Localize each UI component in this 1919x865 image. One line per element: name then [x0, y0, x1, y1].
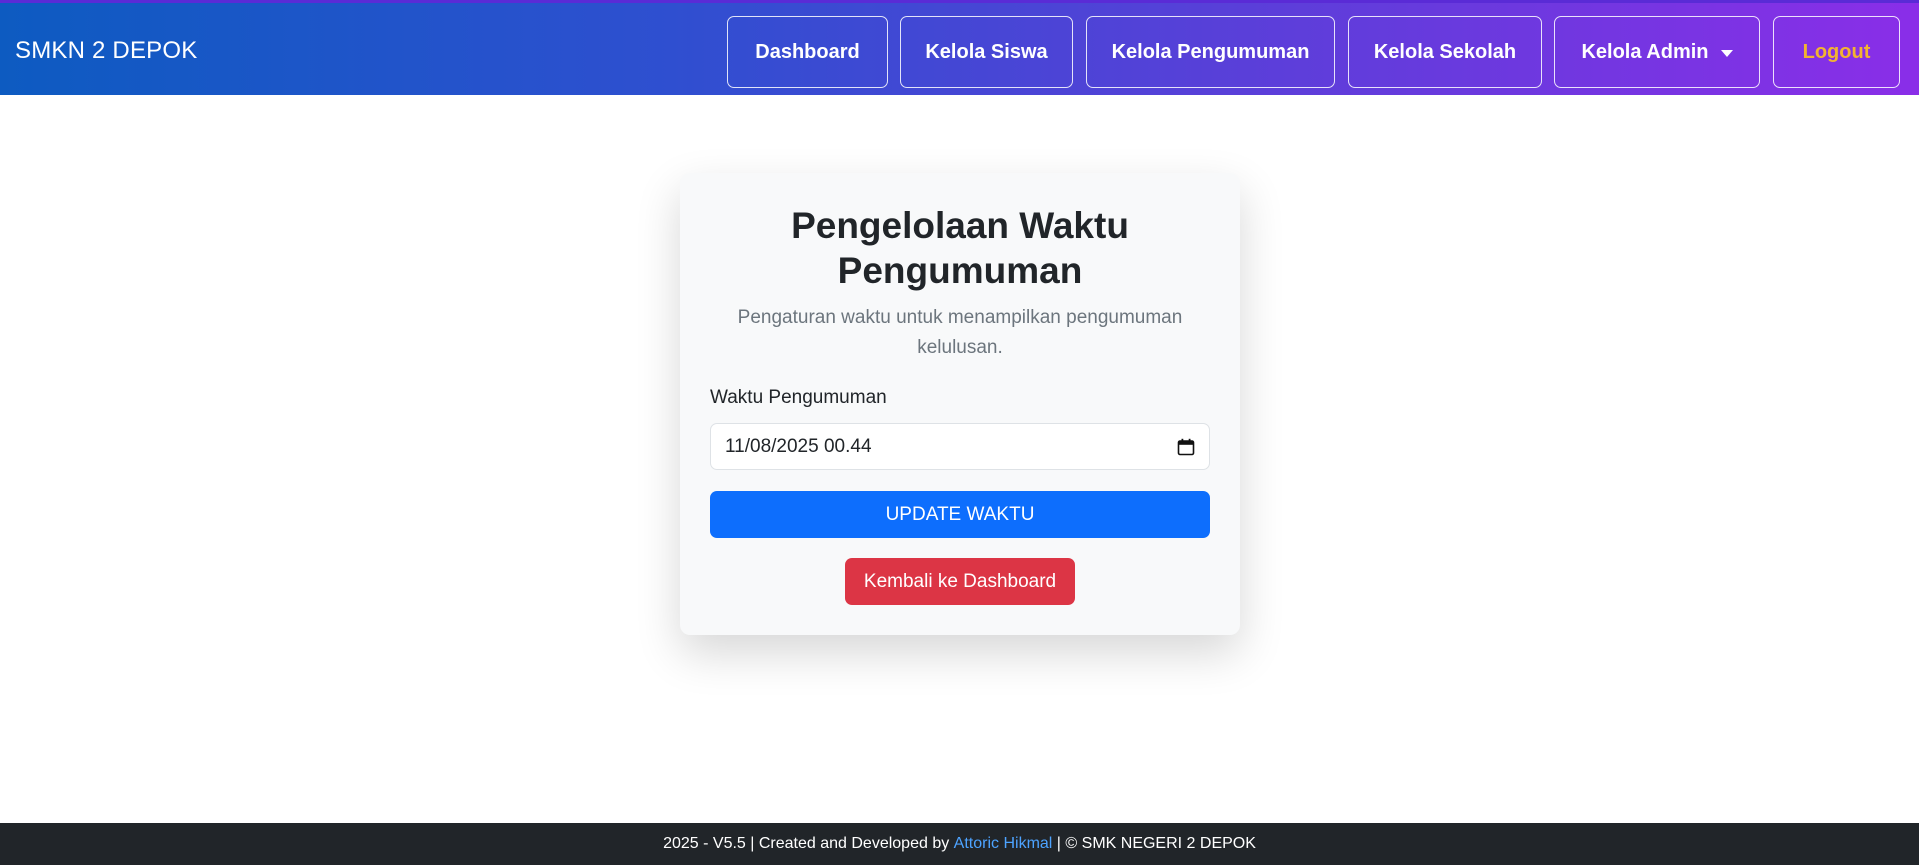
footer-suffix-text: | © SMK NEGERI 2 DEPOK [1052, 835, 1256, 852]
footer-prefix-text: 2025 - V5.5 | Created and Developed by [663, 835, 954, 852]
nav-kelola-sekolah-button[interactable]: Kelola Sekolah [1348, 16, 1542, 88]
top-navbar: SMKN 2 DEPOK Dashboard Kelola Siswa Kelo… [0, 0, 1919, 95]
footer-author-link[interactable]: Attoric Hikmal [954, 835, 1053, 853]
nav-kelola-pengumuman-button[interactable]: Kelola Pengumuman [1086, 16, 1335, 88]
announcement-time-card: Pengelolaan Waktu Pengumuman Pengaturan … [680, 173, 1240, 635]
announcement-time-value: 11/08/2025 00.44 [725, 435, 872, 457]
logout-label: Logout [1802, 40, 1871, 63]
announcement-time-input[interactable]: 11/08/2025 00.44 [710, 423, 1210, 470]
logout-button[interactable]: Logout [1773, 16, 1900, 88]
nav-kelola-admin-dropdown[interactable]: Kelola Admin [1554, 16, 1760, 88]
calendar-icon[interactable] [1177, 438, 1195, 456]
nav-dashboard-button[interactable]: Dashboard [727, 16, 888, 88]
back-to-dashboard-button[interactable]: Kembali ke Dashboard [845, 558, 1075, 605]
page-footer: 2025 - V5.5 | Created and Developed by A… [0, 823, 1919, 865]
nav-kelola-siswa-button[interactable]: Kelola Siswa [900, 16, 1073, 88]
nav-kelola-admin-label: Kelola Admin [1581, 40, 1709, 63]
update-time-button[interactable]: UPDATE WAKTU [710, 491, 1210, 538]
nav-kelola-sekolah-label: Kelola Sekolah [1373, 40, 1517, 63]
brand-logo-text[interactable]: SMKN 2 DEPOK [15, 3, 197, 98]
nav-dashboard-label: Dashboard [755, 40, 860, 63]
nav-kelola-pengumuman-label: Kelola Pengumuman [1111, 40, 1310, 63]
page-subtitle: Pengaturan waktu untuk menampilkan pengu… [737, 307, 1183, 358]
announcement-time-label: Waktu Pengumuman [710, 387, 887, 408]
chevron-down-icon [1720, 49, 1733, 57]
nav-kelola-siswa-label: Kelola Siswa [925, 40, 1048, 63]
page-title: Pengelolaan Waktu Pengumuman [791, 205, 1129, 291]
